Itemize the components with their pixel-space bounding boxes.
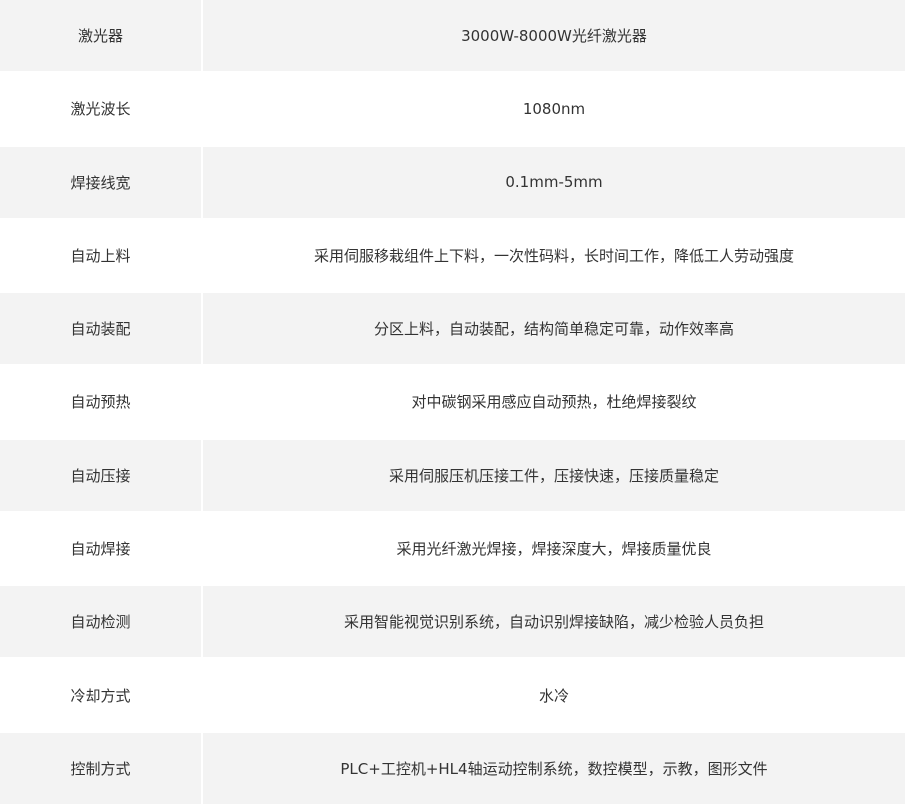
- table-row-auto-assembly: 自动装配 分区上料，自动装配，结构简单稳定可靠，动作效率高: [0, 291, 905, 367]
- row-value: 1080nm: [201, 71, 905, 147]
- row-label: 自动装配: [0, 291, 203, 367]
- row-label: 自动焊接: [0, 510, 203, 587]
- table-row-auto-preheat: 自动预热 对中碳钢采用感应自动预热，杜绝焊接裂纹: [0, 364, 905, 440]
- table-row-auto-welding: 自动焊接 采用光纤激光焊接，焊接深度大，焊接质量优良: [0, 510, 905, 587]
- table-row-weld-width: 焊接线宽 0.1mm-5mm: [0, 144, 905, 220]
- row-label: 控制方式: [0, 730, 203, 804]
- row-label: 冷却方式: [0, 657, 203, 733]
- row-label: 自动预热: [0, 364, 203, 440]
- row-value: 分区上料，自动装配，结构简单稳定可靠，动作效率高: [201, 291, 905, 367]
- row-label: 激光波长: [0, 71, 203, 147]
- spec-table: 激光器 3000W-8000W光纤激光器 激光波长 1080nm 焊接线宽 0.…: [0, 0, 905, 804]
- row-value: 水冷: [201, 657, 905, 733]
- table-row-laser: 激光器 3000W-8000W光纤激光器: [0, 0, 905, 74]
- row-value: 采用光纤激光焊接，焊接深度大，焊接质量优良: [201, 510, 905, 587]
- table-row-cooling: 冷却方式 水冷: [0, 657, 905, 733]
- row-value: 采用伺服移栽组件上下料，一次性码料，长时间工作，降低工人劳动强度: [201, 217, 905, 294]
- table-row-control: 控制方式 PLC+工控机+HL4轴运动控制系统，数控模型，示教，图形文件: [0, 730, 905, 804]
- row-value: 采用智能视觉识别系统，自动识别焊接缺陷，减少检验人员负担: [201, 584, 905, 660]
- row-label: 自动上料: [0, 217, 203, 294]
- row-value: 对中碳钢采用感应自动预热，杜绝焊接裂纹: [201, 364, 905, 440]
- table-row-auto-inspection: 自动检测 采用智能视觉识别系统，自动识别焊接缺陷，减少检验人员负担: [0, 584, 905, 660]
- row-label: 自动检测: [0, 584, 203, 660]
- table-row-auto-loading: 自动上料 采用伺服移栽组件上下料，一次性码料，长时间工作，降低工人劳动强度: [0, 217, 905, 294]
- row-label: 激光器: [0, 0, 203, 74]
- row-value: 3000W-8000W光纤激光器: [201, 0, 905, 74]
- table-row-wavelength: 激光波长 1080nm: [0, 71, 905, 147]
- table-row-auto-press: 自动压接 采用伺服压机压接工件，压接快速，压接质量稳定: [0, 437, 905, 513]
- row-label: 自动压接: [0, 437, 203, 513]
- row-value: 采用伺服压机压接工件，压接快速，压接质量稳定: [201, 437, 905, 513]
- row-value: 0.1mm-5mm: [201, 144, 905, 220]
- row-label: 焊接线宽: [0, 144, 203, 220]
- row-value: PLC+工控机+HL4轴运动控制系统，数控模型，示教，图形文件: [201, 730, 905, 804]
